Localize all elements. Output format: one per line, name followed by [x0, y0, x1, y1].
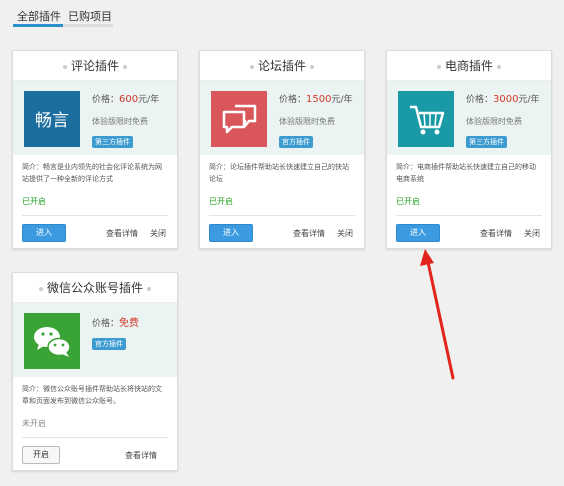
title-dot-right: [497, 64, 501, 69]
price: 价格：600元/年: [92, 92, 159, 105]
title-dot-left: [436, 64, 441, 69]
card-info: 价格：免费 官方插件: [13, 303, 177, 377]
card-footer: 开启 查看详情: [13, 438, 177, 470]
close-link[interactable]: 关闭: [150, 228, 166, 239]
price-label: 价格：: [92, 95, 120, 105]
enter-button[interactable]: 进入: [209, 224, 253, 242]
card-title-text: 电商插件: [444, 59, 493, 73]
card-title-text: 微信公众账号插件: [46, 281, 143, 295]
details-link[interactable]: 查看详情: [125, 450, 157, 461]
price: 价格：3000元/年: [466, 92, 540, 105]
badge: 官方插件: [279, 136, 313, 148]
card-description: 简介：论坛插件帮助站长快速建立自己的快站论坛: [209, 163, 349, 183]
badge: 官方插件: [92, 338, 126, 350]
price-label: 价格：: [279, 95, 307, 105]
plugin-card-comment: 评论插件 畅言 价格：600元/年 体验版限时免费 第三方插件 简介：畅言是业内…: [12, 50, 178, 249]
price-value: 3000: [493, 94, 519, 105]
plugin-card-shop: 电商插件 价格：3000元/年 体验版限时免费 第三方插件 简介：电商插件帮助站…: [386, 50, 552, 249]
card-info: 价格：1500元/年 体验版限时免费 官方插件: [200, 81, 364, 155]
details-link[interactable]: 查看详情: [106, 228, 138, 239]
badge: 第三方插件: [92, 136, 133, 148]
price-label: 价格：: [92, 319, 120, 329]
card-title-text: 论坛插件: [257, 59, 306, 73]
price-unit: 元/年: [138, 95, 160, 105]
enter-button[interactable]: 进入: [396, 224, 440, 242]
enter-button[interactable]: 进入: [22, 224, 66, 242]
tab-all-plugins[interactable]: 全部插件: [17, 8, 61, 24]
card-title: 评论插件: [13, 51, 177, 81]
price-unit: 元/年: [518, 95, 540, 105]
trial-text: 体验版限时免费: [92, 117, 148, 126]
trial-text: 体验版限时免费: [466, 117, 522, 126]
card-description: 简介：微信公众账号插件帮助站长将快站的文章和页面发布到微信公众账号。: [22, 385, 162, 405]
price-unit: 元/年: [331, 95, 353, 105]
wechat-icon: [24, 313, 80, 369]
tab-purchased[interactable]: 已购项目: [68, 8, 112, 24]
status-text: 已开启: [396, 197, 420, 206]
card-info: 畅言 价格：600元/年 体验版限时免费 第三方插件: [13, 81, 177, 155]
trial-text: 体验版限时免费: [279, 117, 335, 126]
price-value: 600: [119, 94, 139, 105]
plugin-card-wechat: 微信公众账号插件 价格：免费 官方插件 简介：微信公众账号插件帮助站长将快站的文…: [12, 272, 178, 471]
changyan-logo-icon: 畅言: [24, 91, 80, 147]
card-title: 论坛插件: [200, 51, 364, 81]
title-dot-left: [62, 64, 67, 69]
details-link[interactable]: 查看详情: [293, 228, 325, 239]
price: 价格：1500元/年: [279, 92, 353, 105]
close-link[interactable]: 关闭: [524, 228, 540, 239]
card-title-text: 评论插件: [70, 59, 119, 73]
card-footer: 进入 查看详情 关闭: [13, 216, 177, 248]
chat-bubbles-icon: [211, 91, 267, 147]
status-text: 已开启: [209, 197, 233, 206]
plugin-card-forum: 论坛插件 价格：1500元/年 体验版限时免费 官方插件 简介：论坛插件帮助站长…: [199, 50, 365, 249]
icon-text: 畅言: [35, 111, 69, 131]
status-text: 未开启: [22, 419, 46, 428]
price: 价格：免费: [92, 314, 139, 329]
title-dot-right: [147, 286, 151, 291]
shopping-cart-icon: [398, 91, 454, 147]
tabs-active-indicator: [13, 24, 63, 27]
title-dot-left: [38, 286, 43, 291]
title-dot-right: [123, 64, 127, 69]
title-dot-left: [249, 64, 254, 69]
plugin-tabs: 全部插件 已购项目: [0, 0, 564, 30]
card-title: 电商插件: [387, 51, 551, 81]
card-info: 价格：3000元/年 体验版限时免费 第三方插件: [387, 81, 551, 155]
badge: 第三方插件: [466, 136, 507, 148]
status-text: 已开启: [22, 197, 46, 206]
card-description: 简介：畅言是业内领先的社会化评论系统为网站提供了一种全新的评论方式: [22, 163, 162, 183]
card-footer: 进入 查看详情 关闭: [200, 216, 364, 248]
card-title: 微信公众账号插件: [13, 273, 177, 303]
card-footer: 进入 查看详情 关闭: [387, 216, 551, 248]
details-link[interactable]: 查看详情: [480, 228, 512, 239]
open-button[interactable]: 开启: [22, 446, 60, 464]
title-dot-right: [310, 64, 314, 69]
card-description: 简介：电商插件帮助站长快速建立自己的移动电商系统: [396, 163, 536, 183]
price-value: 免费: [119, 318, 140, 329]
close-link[interactable]: 关闭: [337, 228, 353, 239]
price-label: 价格：: [466, 95, 494, 105]
price-value: 1500: [306, 94, 332, 105]
